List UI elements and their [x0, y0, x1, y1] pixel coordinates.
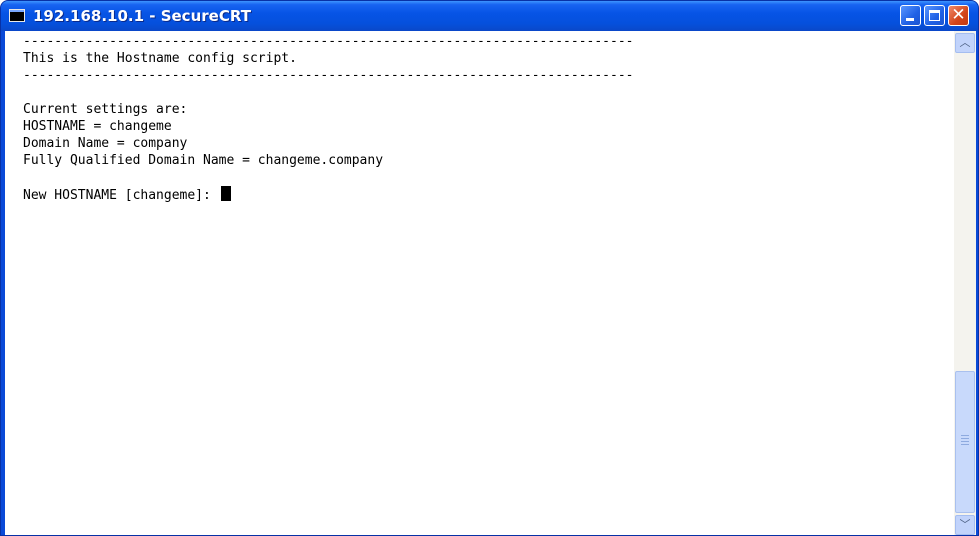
terminal-line: Current settings are:	[23, 102, 188, 117]
terminal-line: HOSTNAME = changeme	[23, 119, 172, 134]
maximize-button[interactable]	[924, 5, 945, 26]
text-cursor	[220, 186, 231, 201]
scroll-down-button[interactable]: ﹀	[955, 515, 975, 535]
terminal-line: ----------------------------------------…	[23, 34, 634, 49]
terminal-line: Fully Qualified Domain Name = changeme.c…	[23, 153, 384, 168]
window-title: 192.168.10.1 - SecureCRT	[33, 7, 251, 25]
chevron-down-icon: ﹀	[959, 518, 971, 531]
terminal-icon[interactable]	[9, 9, 25, 22]
securecrt-window: 192.168.10.1 - SecureCRT ✕ -------------…	[0, 0, 979, 536]
maximize-icon	[929, 10, 940, 21]
terminal-prompt-line[interactable]: New HOSTNAME [changeme]:	[23, 186, 231, 203]
terminal-prompt: New HOSTNAME [changeme]:	[23, 188, 219, 203]
terminal-line: ----------------------------------------…	[23, 68, 634, 83]
thumb-grip-icon	[961, 435, 969, 436]
scroll-up-button[interactable]: ︿	[955, 33, 975, 53]
terminal-output[interactable]: ----------------------------------------…	[21, 31, 954, 535]
client-area: ----------------------------------------…	[5, 31, 976, 535]
thumb-grip-icon	[961, 441, 969, 442]
terminal-line: This is the Hostname config script.	[23, 51, 297, 66]
chevron-up-icon: ︿	[959, 36, 971, 49]
minimize-icon	[906, 18, 914, 21]
close-button[interactable]: ✕	[948, 5, 969, 26]
thumb-grip-icon	[961, 444, 969, 445]
terminal-line: Domain Name = company	[23, 136, 188, 151]
minimize-button[interactable]	[900, 5, 921, 26]
title-bar[interactable]: 192.168.10.1 - SecureCRT ✕	[1, 1, 978, 31]
scrollbar-thumb[interactable]	[955, 371, 975, 513]
vertical-scrollbar[interactable]: ︿ ﹀	[954, 31, 976, 535]
close-icon: ✕	[951, 5, 966, 25]
thumb-grip-icon	[961, 438, 969, 439]
